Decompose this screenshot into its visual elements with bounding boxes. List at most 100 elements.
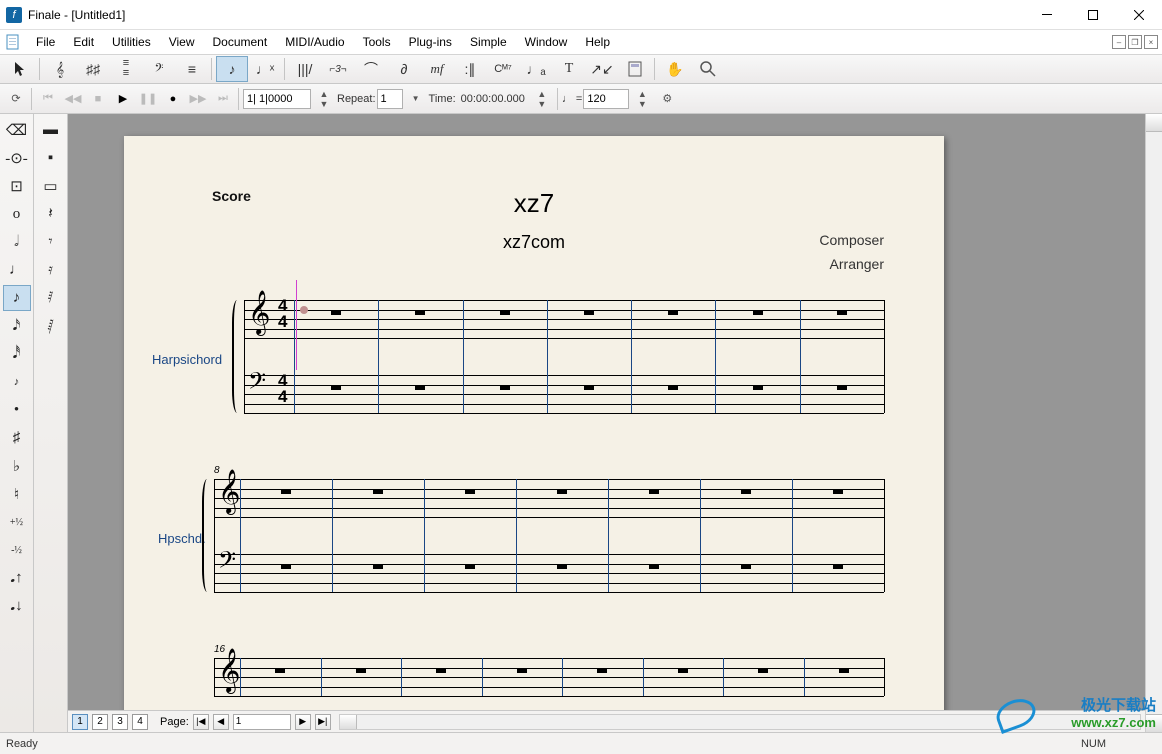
chord-tool[interactable]: Cᴹ⁷ — [487, 56, 519, 82]
tempo-field[interactable] — [583, 89, 629, 109]
instrument-label-1[interactable]: Harpsichord — [152, 352, 222, 367]
sharp-tool[interactable]: ♯ — [3, 425, 31, 451]
staff-system-1[interactable]: 𝄞 44 𝄢 44 — [244, 300, 884, 413]
menu-edit[interactable]: Edit — [65, 33, 102, 51]
pause-button[interactable]: ❚❚ — [136, 87, 160, 111]
arranger-text[interactable]: Arranger — [830, 256, 884, 272]
close-button[interactable] — [1116, 0, 1162, 30]
menu-help[interactable]: Help — [577, 33, 618, 51]
zoom-tool[interactable] — [692, 56, 724, 82]
view-tab-4[interactable]: 4 — [132, 714, 148, 730]
flat-tool[interactable]: ♭ — [3, 453, 31, 479]
page-layout-tool[interactable] — [619, 56, 651, 82]
lyrics-tool[interactable]: ♩ₐ — [520, 56, 552, 82]
time-sig-tool[interactable]: ≡≡ — [110, 56, 142, 82]
half-rest-tool[interactable]: ▪ — [37, 145, 65, 171]
quarter-rest-tool[interactable]: 𝄽 — [37, 201, 65, 227]
simple-entry-tool[interactable]: ♪ — [216, 56, 248, 82]
measure-tool[interactable]: ≡ — [176, 56, 208, 82]
raise-half-tool[interactable]: +½ — [3, 509, 31, 535]
menu-window[interactable]: Window — [517, 33, 576, 51]
mdi-restore-button[interactable]: ❐ — [1128, 35, 1142, 49]
menu-tools[interactable]: Tools — [355, 33, 399, 51]
hand-tool[interactable]: ✋ — [659, 56, 691, 82]
clef-tool[interactable]: 𝄢 — [143, 56, 175, 82]
treble-staff[interactable]: 𝄞 — [214, 479, 884, 517]
counter-field[interactable] — [243, 89, 311, 109]
record-button[interactable]: ● — [161, 87, 185, 111]
bass-staff[interactable]: 𝄢 44 — [244, 375, 884, 413]
menu-midi-audio[interactable]: MIDI/Audio — [277, 33, 352, 51]
articulation-tool[interactable]: ∂ — [388, 56, 420, 82]
view-tab-1[interactable]: 1 — [72, 714, 88, 730]
grace-note-tool[interactable]: ♪ — [3, 369, 31, 395]
tie-tool[interactable]: -⊙- — [3, 145, 31, 171]
menu-view[interactable]: View — [161, 33, 203, 51]
breve-rest-tool[interactable]: ▭ — [37, 173, 65, 199]
loop-button[interactable]: ⟳ — [4, 87, 28, 111]
bass-staff[interactable]: 𝄢 — [214, 554, 884, 592]
eighth-note-tool[interactable]: ♪ — [3, 285, 31, 311]
forward-button[interactable]: ▶▶ — [186, 87, 210, 111]
next-page-button[interactable]: ▶ — [295, 714, 311, 730]
menu-utilities[interactable]: Utilities — [104, 33, 159, 51]
tempo-stepper[interactable]: ▲▼ — [630, 87, 654, 111]
repeat-field[interactable] — [377, 89, 403, 109]
sixteenth-rest-tool[interactable]: 𝄿 — [37, 257, 65, 283]
maximize-button[interactable] — [1070, 0, 1116, 30]
rewind-start-button[interactable]: ⏮ — [36, 87, 60, 111]
last-page-button[interactable]: ▶| — [315, 714, 331, 730]
thirtysecond-rest-tool[interactable]: 𝅀 — [37, 285, 65, 311]
stop-button[interactable]: ■ — [86, 87, 110, 111]
sixteenth-note-tool[interactable]: 𝅘𝅥𝅯 — [3, 313, 31, 339]
key-sig-tool[interactable]: ♯♯ — [77, 56, 109, 82]
repitch-tool[interactable]: o — [3, 201, 31, 227]
vertical-scrollbar[interactable] — [1145, 114, 1162, 732]
quarter-note-tool[interactable]: ♩ — [3, 257, 31, 283]
staff-system-2[interactable]: 8 𝄞 𝄢 — [214, 479, 884, 592]
note-up-tool[interactable]: 𝅘↑ — [3, 565, 31, 591]
repeat-tool[interactable]: :∥ — [454, 56, 486, 82]
expression-tool[interactable]: mf — [421, 56, 453, 82]
note-down-tool[interactable]: 𝅘↓ — [3, 593, 31, 619]
rewind-button[interactable]: ◀◀ — [61, 87, 85, 111]
forward-end-button[interactable]: ⏭ — [211, 87, 235, 111]
dot-tool[interactable]: • — [3, 397, 31, 423]
play-button[interactable]: ▶ — [111, 87, 135, 111]
mdi-minimize-button[interactable]: – — [1112, 35, 1126, 49]
page-title[interactable]: xz7 — [124, 188, 944, 219]
menu-file[interactable]: File — [28, 33, 63, 51]
lower-half-tool[interactable]: -½ — [3, 537, 31, 563]
settings-button[interactable]: ⚙ — [655, 87, 679, 111]
voice-tool[interactable]: ⊡ — [3, 173, 31, 199]
resize-tool[interactable]: ↗↙ — [586, 56, 618, 82]
repeat-dropdown[interactable]: ▼ — [404, 87, 428, 111]
menu-plugins[interactable]: Plug-ins — [401, 33, 460, 51]
first-page-button[interactable]: |◀ — [193, 714, 209, 730]
minimize-button[interactable] — [1024, 0, 1070, 30]
mdi-close-button[interactable]: × — [1144, 35, 1158, 49]
thirtysecond-note-tool[interactable]: 𝅘𝅥𝅰 — [3, 341, 31, 367]
eraser-tool[interactable]: ⌫ — [3, 117, 31, 143]
score-page[interactable]: Score xz7 xz7com Composer Arranger Harps… — [124, 136, 944, 710]
natural-tool[interactable]: ♮ — [3, 481, 31, 507]
view-tab-3[interactable]: 3 — [112, 714, 128, 730]
text-tool[interactable]: T — [553, 56, 585, 82]
treble-staff[interactable]: 𝄞 44 — [244, 300, 884, 338]
counter-stepper[interactable]: ▲▼ — [312, 87, 336, 111]
view-tab-2[interactable]: 2 — [92, 714, 108, 730]
smart-shape-tool[interactable]: ⌒ — [355, 56, 387, 82]
composer-text[interactable]: Composer — [819, 232, 884, 248]
staff-tool[interactable]: 𝄞 — [44, 56, 76, 82]
time-stepper[interactable]: ▲▼ — [530, 87, 554, 111]
sixtyfourth-rest-tool[interactable]: 𝅁 — [37, 313, 65, 339]
selection-tool[interactable] — [4, 56, 36, 82]
speedy-entry-tool[interactable]: ♩ˣ — [249, 56, 281, 82]
canvas-viewport[interactable]: Score xz7 xz7com Composer Arranger Harps… — [68, 114, 1145, 710]
whole-rest-tool[interactable]: ▬ — [37, 117, 65, 143]
instrument-label-2[interactable]: Hpschd. — [158, 531, 206, 546]
prev-page-button[interactable]: ◀ — [213, 714, 229, 730]
half-note-tool[interactable]: 𝅗𝅥 — [3, 229, 31, 255]
menu-simple[interactable]: Simple — [462, 33, 515, 51]
eighth-rest-tool[interactable]: 𝄾 — [37, 229, 65, 255]
